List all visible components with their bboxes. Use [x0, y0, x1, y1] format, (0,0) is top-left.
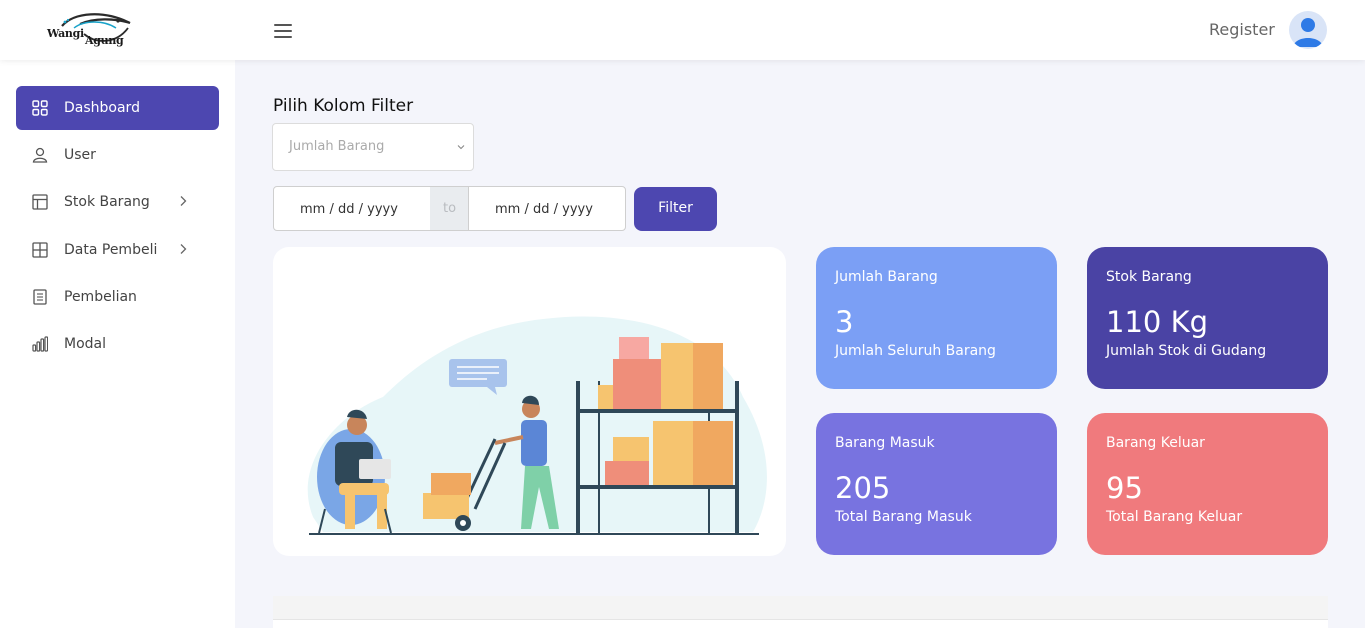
logo-text-agung: Agung: [85, 34, 124, 47]
sidebar-item-label: Dashboard: [64, 100, 140, 116]
user-icon: [32, 147, 48, 163]
hamburger-line: [274, 24, 292, 26]
card-value: 3: [835, 305, 854, 339]
user-avatar-icon: [1293, 18, 1323, 47]
chevron-right-icon: [180, 244, 187, 254]
sidebar-item-dashboard[interactable]: Dashboard: [16, 86, 219, 130]
hamburger-line: [274, 36, 292, 38]
select-value: Jumlah Barang: [289, 139, 385, 154]
top-navbar: Wangi Agung Register: [0, 0, 1365, 60]
sidebar-item-label: Data Pembeli: [64, 242, 158, 258]
filter-column-select[interactable]: Jumlah Barang: [272, 123, 474, 171]
bar-chart-icon: [32, 336, 48, 352]
sidebar-item-label: Pembelian: [64, 289, 137, 305]
card-value: 110 Kg: [1106, 305, 1208, 339]
sidebar-item-label: Stok Barang: [64, 194, 150, 210]
sidebar-item-modal[interactable]: Modal: [16, 322, 219, 366]
stat-card-jumlah-barang: Jumlah Barang 3 Jumlah Seluruh Barang: [816, 247, 1057, 389]
table-header: [273, 596, 1328, 620]
stat-card-stok-barang: Stok Barang 110 Kg Jumlah Stok di Gudang: [1087, 247, 1328, 389]
layout-icon: [32, 194, 48, 210]
card-title: Barang Masuk: [835, 435, 935, 451]
card-subtitle: Total Barang Keluar: [1106, 509, 1243, 525]
stat-card-barang-masuk: Barang Masuk 205 Total Barang Masuk: [816, 413, 1057, 555]
logo-text-wangi: Wangi: [47, 27, 84, 40]
document-icon: [33, 289, 47, 305]
card-value: 205: [835, 471, 891, 505]
sidebar-item-stok-barang[interactable]: Stok Barang: [16, 180, 219, 224]
user-avatar[interactable]: [1289, 11, 1327, 49]
chevron-down-icon: [457, 145, 465, 150]
warehouse-illustration-image: [307, 316, 767, 535]
card-title: Stok Barang: [1106, 269, 1192, 285]
sidebar-item-label: Modal: [64, 336, 106, 352]
warehouse-illustration: [273, 247, 786, 556]
filter-title: Pilih Kolom Filter: [273, 96, 414, 116]
card-subtitle: Total Barang Masuk: [835, 509, 972, 525]
wangi-agung-logo[interactable]: Wangi Agung: [44, 10, 134, 50]
date-to-input[interactable]: mm / dd / yyyy: [468, 186, 626, 231]
menu-toggle-button[interactable]: [274, 24, 292, 38]
filter-button[interactable]: Filter: [634, 187, 717, 231]
data-table-panel: [273, 596, 1328, 628]
card-value: 95: [1106, 471, 1143, 505]
date-from-input[interactable]: mm / dd / yyyy: [273, 186, 431, 231]
card-title: Jumlah Barang: [835, 269, 938, 285]
table-grid-icon: [32, 242, 48, 258]
stat-card-barang-keluar: Barang Keluar 95 Total Barang Keluar: [1087, 413, 1328, 555]
register-link[interactable]: Register: [1209, 20, 1275, 39]
card-subtitle: Jumlah Seluruh Barang: [835, 343, 996, 359]
sidebar: Dashboard User Stok Barang Data Pembeli: [0, 60, 235, 628]
card-title: Barang Keluar: [1106, 435, 1205, 451]
card-subtitle: Jumlah Stok di Gudang: [1106, 343, 1267, 359]
sidebar-item-data-pembeli[interactable]: Data Pembeli: [16, 228, 219, 272]
chevron-right-icon: [180, 196, 187, 206]
date-range-separator: to: [430, 186, 469, 231]
hamburger-line: [274, 30, 292, 32]
grid-icon: [32, 100, 48, 116]
sidebar-item-pembelian[interactable]: Pembelian: [16, 275, 219, 319]
sidebar-item-label: User: [64, 147, 96, 163]
sidebar-item-user[interactable]: User: [16, 133, 219, 177]
